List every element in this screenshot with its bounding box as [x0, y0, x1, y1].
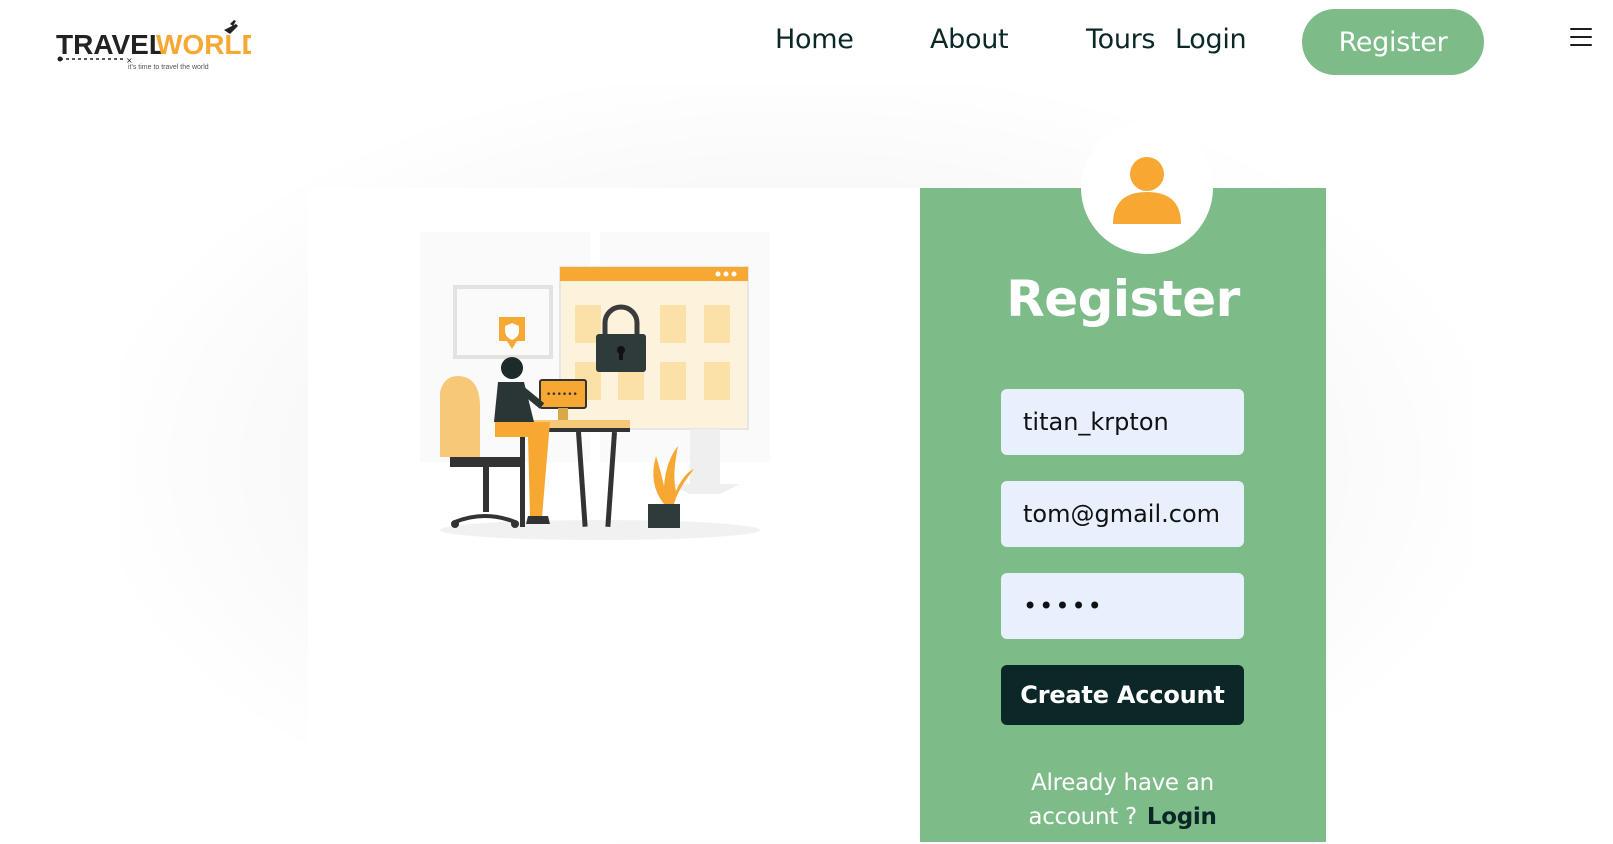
nav-login-link[interactable]: Login — [1175, 24, 1247, 55]
navbar: TRAVEL WORLD × it's time to travel the w… — [0, 0, 1613, 88]
login-link[interactable]: Login — [1147, 804, 1217, 830]
username-input[interactable] — [1001, 389, 1244, 455]
user-icon — [1113, 157, 1181, 224]
nav-tours-link[interactable]: Tours — [1086, 24, 1156, 55]
brand-tagline: it's time to travel the world — [128, 64, 209, 71]
brand-name-travel: TRAVEL — [56, 29, 166, 60]
brand-name-world: WORLD — [156, 29, 251, 60]
nav-home-link[interactable]: Home — [775, 24, 854, 55]
password-input[interactable]: ••••• — [1001, 573, 1244, 639]
menu-icon[interactable] — [1570, 28, 1592, 50]
avatar — [1081, 122, 1213, 254]
login-prompt: Already have an account ? Login — [1001, 766, 1244, 834]
nav-about-link[interactable]: About — [930, 24, 1009, 55]
email-input[interactable] — [1001, 481, 1244, 547]
register-title: Register — [1006, 270, 1240, 328]
svg-text:••••••: •••••• — [546, 390, 578, 400]
create-account-button[interactable]: Create Account — [1001, 665, 1244, 725]
brand-logo[interactable]: TRAVEL WORLD × it's time to travel the w… — [56, 18, 262, 74]
secure-login-illustration: •••••• — [400, 232, 830, 562]
nav-register-button[interactable]: Register — [1302, 9, 1484, 75]
